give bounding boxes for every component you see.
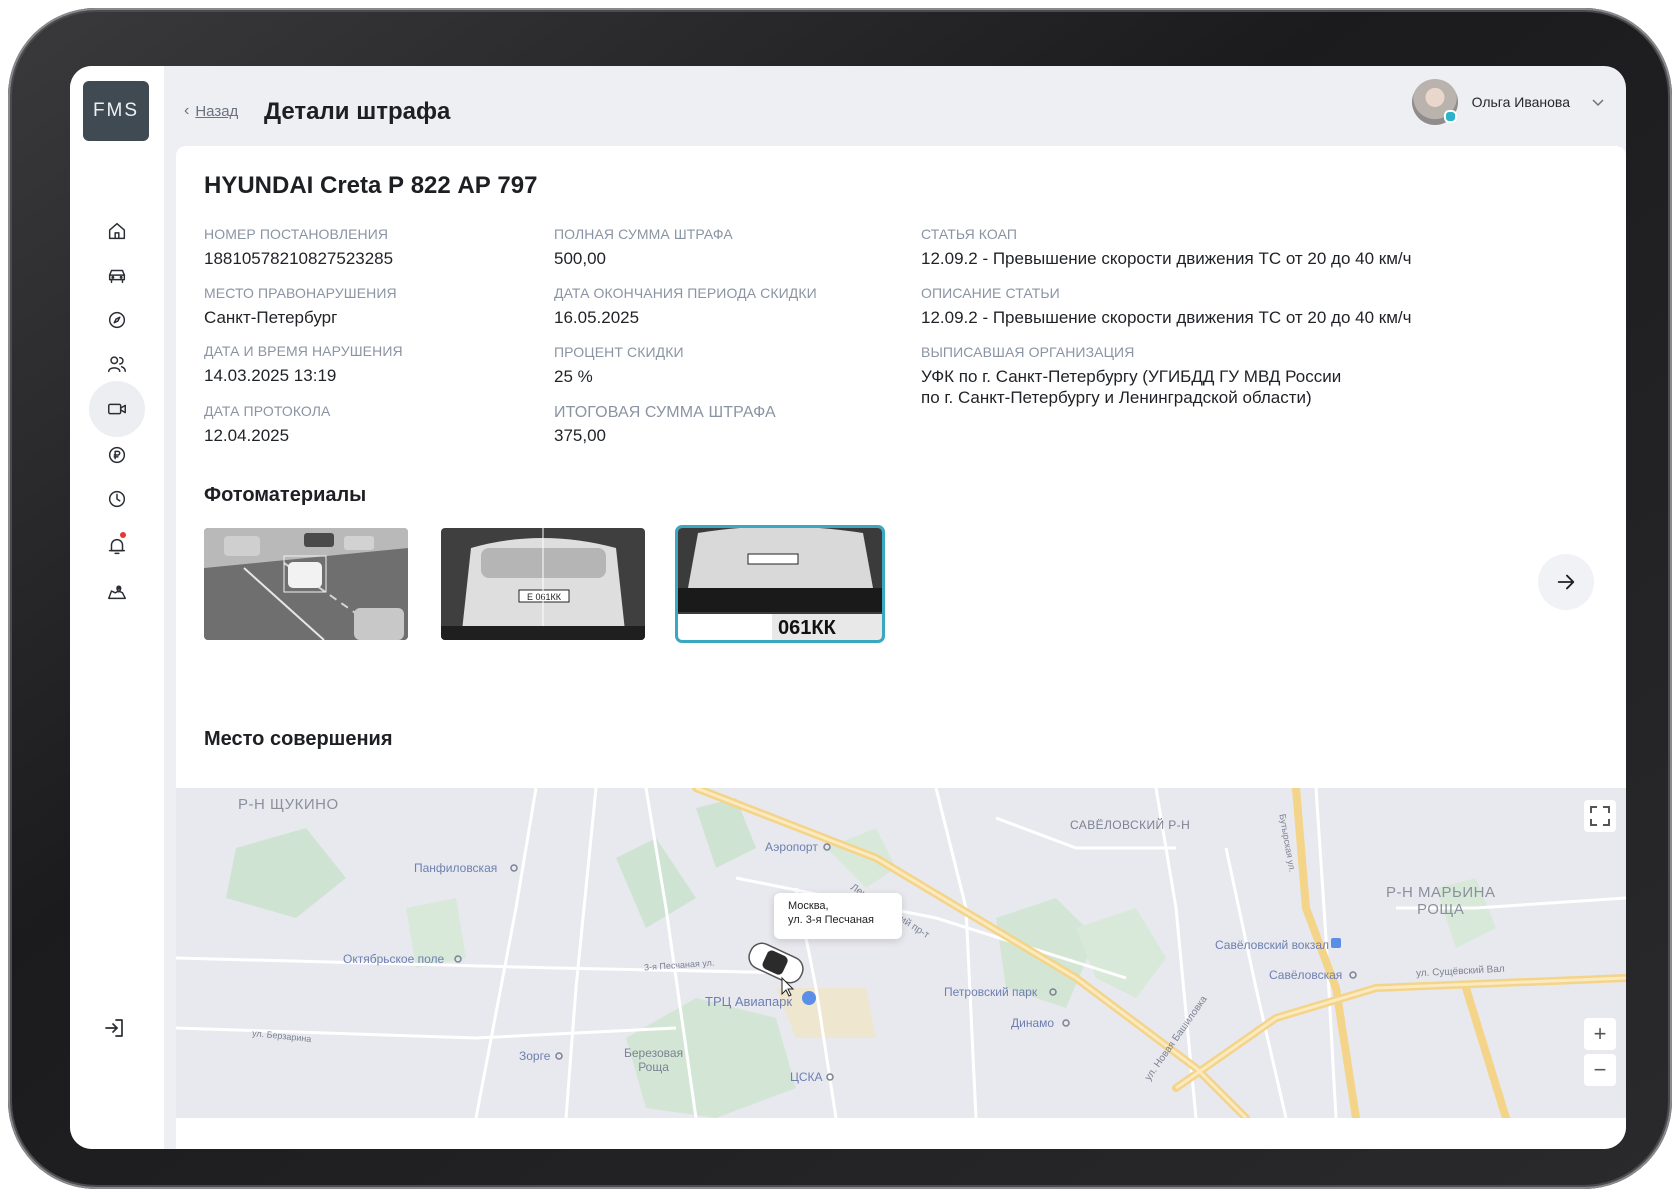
field-value: 25 % xyxy=(554,367,593,386)
map-label-metro: Зорге xyxy=(519,1049,551,1063)
field-violation-datetime: ДАТА И ВРЕМЯ НАРУШЕНИЯ 14.03.2025 13:19 xyxy=(204,343,403,386)
screen: FMS ‹ Назад Детали штрафа Ольга Иванова … xyxy=(70,66,1626,1149)
field-label: ДАТА ОКОНЧАНИЯ ПЕРИОДА СКИДКИ xyxy=(554,285,817,301)
zoom-in-button[interactable]: + xyxy=(1584,1018,1616,1050)
map-label-line: Березовая xyxy=(624,1046,684,1060)
field-issuing-organization: ВЫПИСАВШАЯ ОРГАНИЗАЦИЯ УФК по г. Санкт-П… xyxy=(921,344,1341,408)
map-label-metro: Аэропорт xyxy=(765,840,818,854)
back-link[interactable]: ‹ Назад xyxy=(184,102,238,120)
car-rear-photo-image: Е 061КК xyxy=(441,528,645,640)
map-label-district: САВЁЛОВСКИЙ Р-Н xyxy=(1070,818,1191,832)
photo-thumbnail-selected[interactable]: 061КК xyxy=(675,525,885,643)
tooltip-city: Москва, xyxy=(788,900,829,912)
sidebar-item-map[interactable] xyxy=(89,563,145,619)
map-pin-icon xyxy=(108,585,126,600)
field-final-amount: ИТОГОВАЯ СУММА ШТРАФА 375,00 xyxy=(554,404,776,446)
field-discount-percent: ПРОЦЕНТ СКИДКИ 25 % xyxy=(554,344,684,387)
map-label-park: Березовая Роща xyxy=(624,1046,683,1074)
tooltip-street: ул. 3-я Песчаная xyxy=(788,914,874,926)
logout-icon xyxy=(105,1019,123,1037)
chevron-left-icon: ‹ xyxy=(184,102,190,119)
avatar xyxy=(1411,79,1458,125)
field-value: 12.09.2 - Превышение скорости движения Т… xyxy=(921,308,1412,327)
map-label-metro: Октябрьское поле xyxy=(343,952,445,966)
map-label-metro: Панфиловская xyxy=(414,861,498,875)
field-discount-end-date: ДАТА ОКОНЧАНИЯ ПЕРИОДА СКИДКИ 16.05.2025 xyxy=(554,285,817,328)
notification-badge xyxy=(120,532,126,538)
road-photo-image xyxy=(204,528,408,640)
field-value: 16.05.2025 xyxy=(554,308,640,327)
arrow-right-icon xyxy=(1557,574,1575,590)
field-full-amount: ПОЛНАЯ СУММА ШТРАФА 500,00 xyxy=(554,226,733,269)
fullscreen-button[interactable] xyxy=(1584,800,1616,832)
field-value: 500,00 xyxy=(554,249,606,268)
map[interactable]: Р-Н ЩУКИНО САВЁЛОВСКИЙ Р-Н Р-Н МАРЬИНА Р… xyxy=(176,788,1626,1118)
location-tooltip: Москва, ул. 3-я Песчаная xyxy=(774,893,902,939)
tablet-frame: FMS ‹ Назад Детали штрафа Ольга Иванова … xyxy=(8,8,1672,1189)
map-label-metro: Динамо xyxy=(1011,1016,1055,1030)
field-label: МЕСТО ПРАВОНАРУШЕНИЯ xyxy=(204,285,397,301)
ruble-icon xyxy=(108,446,126,464)
back-label: Назад xyxy=(195,102,239,120)
field-label: ПОЛНАЯ СУММА ШТРАФА xyxy=(554,226,733,242)
field-violation-place: МЕСТО ПРАВОНАРУШЕНИЯ Санкт-Петербург xyxy=(204,285,397,328)
field-label: ОПИСАНИЕ СТАТЬИ xyxy=(921,285,1060,301)
home-icon xyxy=(108,222,126,240)
photo-thumbnail[interactable]: Е 061КК xyxy=(441,528,645,640)
map-label-station: Савёловский вокзал xyxy=(1215,938,1330,952)
field-label: ИТОГОВАЯ СУММА ШТРАФА xyxy=(554,404,776,421)
photos-next-button[interactable] xyxy=(1538,554,1594,610)
clock-icon xyxy=(108,490,126,508)
page-title: Детали штрафа xyxy=(264,98,451,125)
map-label-line: Р-Н МАРЬИНА xyxy=(1386,884,1496,901)
field-protocol-date: ДАТА ПРОТОКОЛА 12.04.2025 xyxy=(204,403,331,446)
map-label-metro: Савёловская xyxy=(1269,968,1343,982)
location-section-title: Место совершения xyxy=(204,728,393,750)
logout-button[interactable] xyxy=(103,1016,127,1045)
user-name: Ольга Иванова xyxy=(1471,94,1570,110)
bell-icon xyxy=(108,538,126,555)
photo-thumbnail[interactable] xyxy=(204,528,408,640)
field-article-description: ОПИСАНИЕ СТАТЬИ 12.09.2 - Превышение ско… xyxy=(921,285,1412,328)
fullscreen-icon xyxy=(1590,806,1610,826)
field-value: 18810578210827523285 xyxy=(204,249,394,268)
compass-icon xyxy=(108,311,126,329)
map-label-poi: ТРЦ Авиапарк xyxy=(705,994,793,1009)
map-label-line: Роща xyxy=(638,1060,669,1074)
video-camera-icon xyxy=(108,403,126,415)
map-label-poi: Петровский парк xyxy=(944,985,1038,999)
vehicle-title: HYUNDAI Creta Р 822 АР 797 xyxy=(204,172,538,199)
map-label-metro: ЦСКА xyxy=(790,1070,823,1084)
field-resolution-number: НОМЕР ПОСТАНОВЛЕНИЯ 18810578210827523285 xyxy=(204,226,393,269)
plate-closeup-photo-image: 061КК xyxy=(678,528,882,640)
map-label-district: Р-Н МАРЬИНА РОЩА xyxy=(1386,884,1495,918)
field-value: 375,00 xyxy=(554,426,606,445)
user-menu[interactable]: Ольга Иванова xyxy=(1411,79,1606,125)
online-status-indicator xyxy=(1443,110,1457,123)
chevron-down-icon xyxy=(1592,99,1604,107)
plate-text: 061КК xyxy=(778,617,837,639)
field-value: Санкт-Петербург xyxy=(204,308,338,327)
map-label-line: РОЩА xyxy=(1417,901,1465,918)
field-value: 12.04.2025 xyxy=(204,426,290,445)
field-label: ДАТА ПРОТОКОЛА xyxy=(204,403,331,419)
zoom-out-button[interactable]: − xyxy=(1584,1054,1616,1086)
map-label-district: Р-Н ЩУКИНО xyxy=(238,796,339,813)
field-value: УФК по г. Санкт-Петербургу (УГИБДД ГУ МВ… xyxy=(921,367,1342,407)
field-label: ВЫПИСАВШАЯ ОРГАНИЗАЦИЯ xyxy=(921,344,1135,360)
car-icon xyxy=(108,269,126,284)
sidebar: FMS xyxy=(70,66,164,1149)
photos-section-title: Фотоматериалы xyxy=(204,484,367,506)
svg-text:Е 061КК: Е 061КК xyxy=(527,592,562,602)
field-value: 14.03.2025 13:19 xyxy=(204,366,337,385)
field-label: ДАТА И ВРЕМЯ НАРУШЕНИЯ xyxy=(204,343,403,359)
field-label: СТАТЬЯ КОАП xyxy=(921,226,1018,242)
field-label: ПРОЦЕНТ СКИДКИ xyxy=(554,344,684,360)
users-icon xyxy=(108,356,126,373)
field-label: НОМЕР ПОСТАНОВЛЕНИЯ xyxy=(204,226,389,242)
field-value: 12.09.2 - Превышение скорости движения Т… xyxy=(921,249,1412,268)
fine-details-card: HYUNDAI Creta Р 822 АР 797 НОМЕР ПОСТАНО… xyxy=(176,146,1626,1149)
field-koap-article: СТАТЬЯ КОАП 12.09.2 - Превышение скорост… xyxy=(921,226,1412,269)
app-logo[interactable]: FMS xyxy=(83,81,149,141)
